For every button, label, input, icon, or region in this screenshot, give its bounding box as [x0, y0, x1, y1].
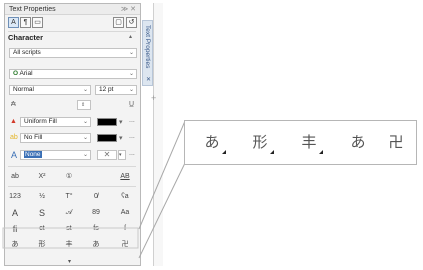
asian-glyph-zoom-callout: あ 形 丰 あ 卍 [184, 120, 417, 165]
flyout-indicator-icon [270, 150, 274, 154]
flyout-indicator-icon [319, 150, 323, 154]
flyout-indicator-icon [222, 150, 226, 154]
highlight-row-frame [2, 227, 139, 249]
asian-glyph-5-icon[interactable]: 卍 [381, 131, 411, 152]
connector-line-bottom [138, 162, 186, 259]
asian-glyph-4-icon[interactable]: あ [343, 131, 373, 152]
connector-line-top [138, 120, 186, 230]
asian-glyph-3-icon[interactable]: 丰 [294, 131, 324, 152]
asian-glyph-2-icon[interactable]: 形 [245, 131, 275, 152]
asian-glyph-1-icon[interactable]: あ [197, 131, 227, 152]
